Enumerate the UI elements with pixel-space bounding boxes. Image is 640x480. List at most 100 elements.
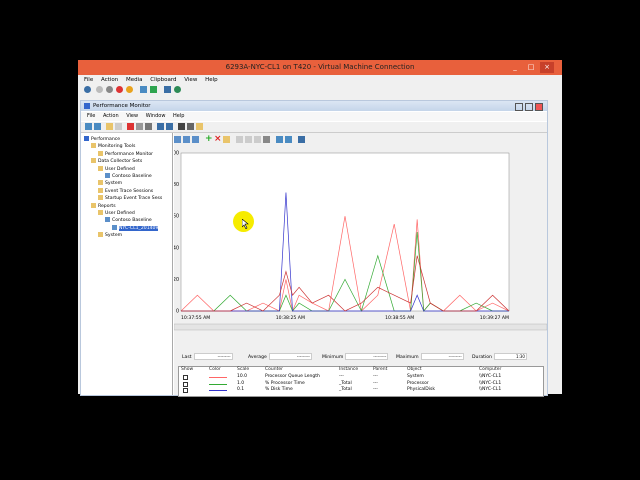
counter-color-swatch xyxy=(209,377,227,378)
pm-maximize-icon[interactable] xyxy=(525,103,533,111)
forward-icon[interactable] xyxy=(94,123,101,130)
tree-node[interactable]: Reports xyxy=(91,202,116,210)
zoom-icon[interactable] xyxy=(263,136,270,143)
tree-node[interactable]: Startup Event Trace Sess xyxy=(98,195,162,202)
column-header[interactable]: Parent xyxy=(373,367,387,373)
folder-icon[interactable] xyxy=(196,123,203,130)
graph-help-icon[interactable] xyxy=(298,136,305,143)
column-header[interactable]: Instance xyxy=(339,367,358,373)
pm-close-icon[interactable] xyxy=(535,103,543,111)
revert-icon[interactable] xyxy=(174,86,181,93)
y-tick-label: 80 xyxy=(174,182,179,188)
change-graph-type-icon[interactable] xyxy=(192,136,199,143)
stat-maximum: Maximum --------- xyxy=(396,353,464,360)
tree-node-label: Contoso Baseline xyxy=(112,174,152,179)
tree-node[interactable]: User Defined xyxy=(98,210,135,217)
tree-node-label: Event Trace Sessions xyxy=(105,188,154,194)
vm-toolbar xyxy=(78,85,562,95)
menu-help[interactable]: Help xyxy=(205,77,218,83)
tree-node[interactable]: Performance Monitor xyxy=(98,150,153,158)
counter-scale: 10.0 xyxy=(237,374,248,379)
tree-node[interactable]: User Defined xyxy=(98,165,135,173)
stat-last-value: --------- xyxy=(193,353,233,360)
pm-menu-bar: File Action View Window Help xyxy=(81,112,547,121)
properties-icon[interactable] xyxy=(136,123,143,130)
tree-node[interactable]: Performance xyxy=(84,136,120,143)
update-data-icon[interactable] xyxy=(285,136,292,143)
copy-properties-icon[interactable] xyxy=(236,136,243,143)
column-header[interactable]: Counter xyxy=(265,367,283,373)
pm-menu-view[interactable]: View xyxy=(126,113,138,119)
back-icon[interactable] xyxy=(85,123,92,130)
counter-row[interactable]: 1.0 % Processor Time _Total --- Processor \\N… xyxy=(179,381,543,387)
navigation-tree: Performance Monitoring Tools Performance M… xyxy=(81,133,173,395)
counter-parent: --- xyxy=(373,387,378,392)
pm-minimize-icon[interactable] xyxy=(515,103,523,111)
highlight-icon[interactable] xyxy=(223,136,230,143)
tree-node-icon xyxy=(112,224,117,230)
help-icon[interactable] xyxy=(157,123,164,130)
view-log-data-icon[interactable] xyxy=(183,136,190,143)
column-header[interactable]: Object xyxy=(407,367,422,373)
resume-icon[interactable] xyxy=(150,86,157,93)
menu-view[interactable]: View xyxy=(184,77,197,83)
menu-action[interactable]: Action xyxy=(101,77,118,83)
report-icon[interactable] xyxy=(187,123,194,130)
y-tick-label: 0 xyxy=(176,309,179,315)
snapshot-icon[interactable] xyxy=(164,86,171,93)
tree-node[interactable]: Contoso Baseline xyxy=(105,173,152,180)
stop-icon[interactable] xyxy=(178,123,185,130)
pm-menu-action[interactable]: Action xyxy=(103,113,119,119)
refresh-icon[interactable] xyxy=(145,123,152,130)
tree-node[interactable]: Monitoring Tools xyxy=(91,143,135,150)
pm-menu-file[interactable]: File xyxy=(87,113,95,119)
stat-average-value: --------- xyxy=(268,353,312,360)
tree-node[interactable]: NYC-CL1_201409 xyxy=(112,224,159,232)
column-header[interactable]: Show xyxy=(181,367,193,373)
close-icon[interactable]: × xyxy=(540,62,554,73)
menu-media[interactable]: Media xyxy=(126,77,143,83)
counter-row[interactable]: 0.1 % Disk Time _Total --- PhysicalDisk \\NYC… xyxy=(179,387,543,393)
counter-parent: --- xyxy=(373,380,378,386)
counter-counter: Processor Queue Length xyxy=(265,374,320,379)
console-icon[interactable] xyxy=(166,123,173,130)
pm-menu-help[interactable]: Help xyxy=(173,113,184,119)
delete-counter-icon[interactable]: × xyxy=(214,135,222,144)
paste-counter-icon[interactable] xyxy=(245,136,252,143)
tree-node[interactable]: Event Trace Sessions xyxy=(98,187,154,195)
counter-parent: --- xyxy=(373,374,378,379)
turn-off-icon[interactable] xyxy=(106,86,113,93)
counter-object: Processor xyxy=(407,380,429,386)
counter-instance: --- xyxy=(339,374,344,379)
show-checkbox[interactable] xyxy=(183,381,188,387)
tree-node[interactable]: System xyxy=(98,232,122,239)
delete-icon[interactable] xyxy=(127,123,134,130)
menu-file[interactable]: File xyxy=(84,77,93,83)
freeze-display-icon[interactable] xyxy=(276,136,283,143)
column-header[interactable]: Computer xyxy=(479,367,501,373)
view-current-activity-icon[interactable] xyxy=(174,136,181,143)
start-icon[interactable] xyxy=(96,86,103,93)
column-header[interactable]: Scale xyxy=(237,367,249,373)
minimize-icon[interactable]: _ xyxy=(508,62,522,73)
shutdown-icon[interactable] xyxy=(116,86,123,93)
show-checkbox[interactable] xyxy=(183,388,188,393)
tree-node[interactable]: System xyxy=(98,180,122,187)
pause-icon[interactable] xyxy=(140,86,147,93)
save-state-icon[interactable] xyxy=(126,86,133,93)
up-icon[interactable] xyxy=(106,123,113,130)
column-header[interactable]: Color xyxy=(209,367,221,373)
tree-node[interactable]: Data Collector Sets xyxy=(91,158,142,165)
graph-properties-icon[interactable] xyxy=(254,136,261,143)
show-checkbox[interactable] xyxy=(183,375,188,380)
tree-node[interactable]: Contoso Baseline xyxy=(105,217,152,224)
menu-clipboard[interactable]: Clipboard xyxy=(150,77,176,83)
tree-node-label: Startup Event Trace Sess xyxy=(105,196,163,202)
add-counter-icon[interactable]: + xyxy=(205,135,213,144)
stat-maximum-value: --------- xyxy=(420,353,464,360)
pm-menu-window[interactable]: Window xyxy=(146,113,166,119)
show-hide-tree-icon[interactable] xyxy=(115,123,122,130)
ctrl-alt-del-icon[interactable] xyxy=(84,86,91,93)
maximize-icon[interactable]: □ xyxy=(524,62,538,73)
counter-row[interactable]: 10.0 Processor Queue Length --- --- System \\… xyxy=(179,374,543,380)
